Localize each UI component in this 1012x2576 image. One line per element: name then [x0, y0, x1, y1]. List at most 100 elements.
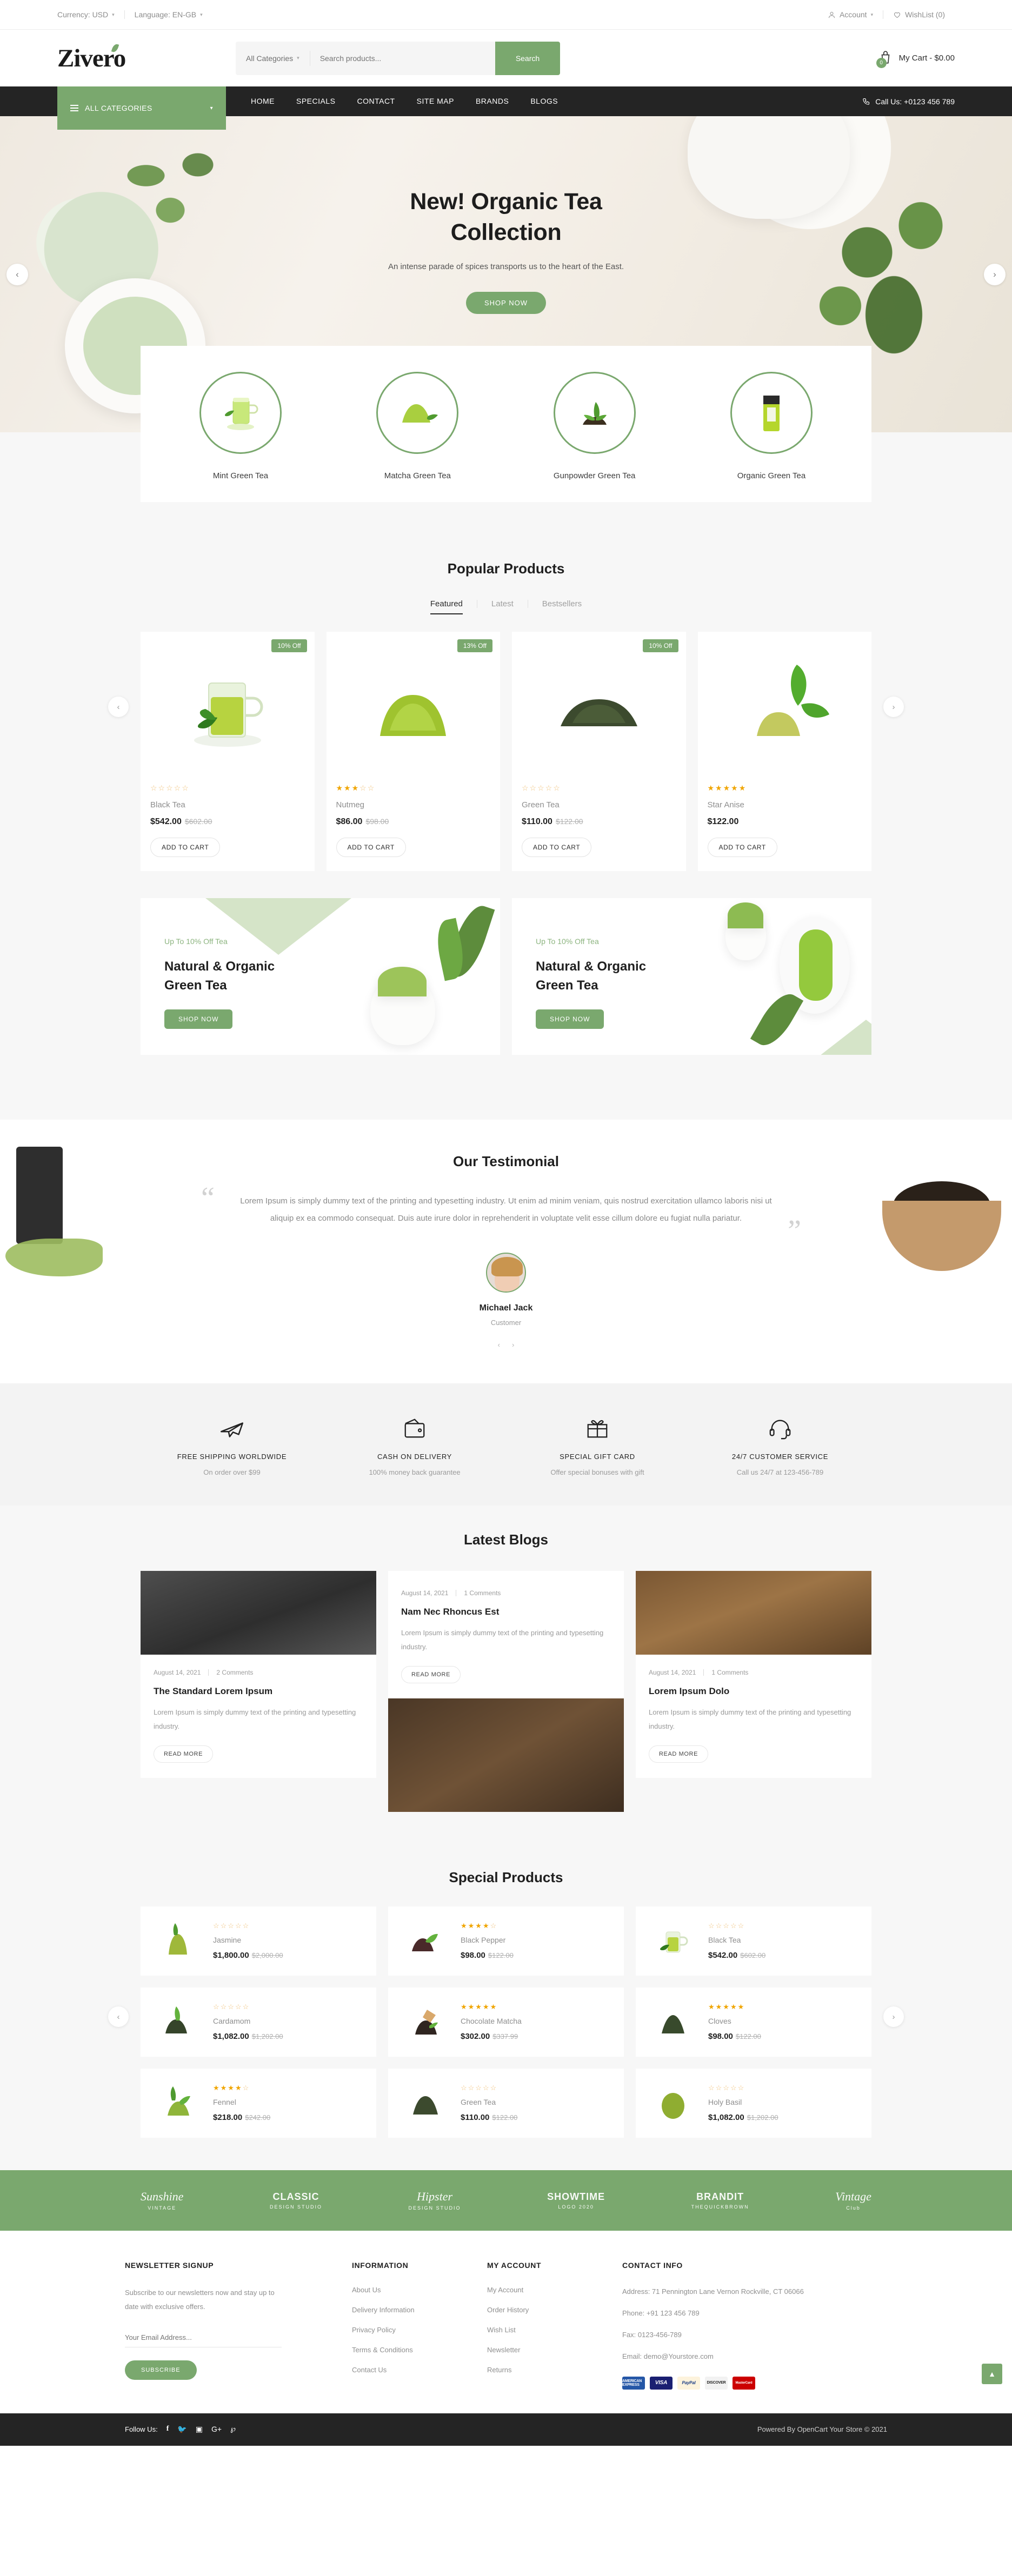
- product-name[interactable]: Black Pepper: [461, 1936, 610, 1944]
- search-input[interactable]: [310, 53, 495, 63]
- hero-next-arrow[interactable]: ›: [984, 263, 1006, 285]
- blog-title[interactable]: Nam Nec Rhoncus Est: [401, 1607, 611, 1617]
- product-name[interactable]: Jasmine: [213, 1936, 362, 1944]
- hero-shop-now-button[interactable]: SHOP NOW: [466, 291, 546, 314]
- blog-read-more-button[interactable]: READ MORE: [401, 1665, 461, 1683]
- nav-item-brands[interactable]: BRANDS: [465, 86, 520, 116]
- subscribe-button[interactable]: SUBSCRIBE: [125, 2360, 197, 2380]
- brand-logo-sunshine[interactable]: Sunshine VINTAGE: [141, 2190, 183, 2211]
- footer-link-privacy-policy[interactable]: Privacy Policy: [352, 2326, 465, 2334]
- footer-link-about-us[interactable]: About Us: [352, 2286, 465, 2294]
- add-to-cart-button[interactable]: ADD TO CART: [336, 838, 406, 857]
- cart-widget[interactable]: 0 My Cart - $0.00: [876, 50, 955, 68]
- site-logo[interactable]: Zivero: [57, 43, 236, 73]
- promo-shop-now-button[interactable]: SHOP NOW: [536, 1009, 604, 1029]
- account-menu[interactable]: Account ▾: [818, 10, 883, 19]
- special-product-card[interactable]: ☆☆☆☆☆ Black Tea $542.00 $602.00: [636, 1906, 871, 1976]
- category-item-organic-green-tea[interactable]: Organic Green Tea: [704, 372, 839, 480]
- brand-logo-brandit[interactable]: BRANDIT THEQUICKBROWN: [691, 2191, 749, 2210]
- search-button[interactable]: Search: [495, 41, 560, 75]
- special-product-card[interactable]: ★★★★★ Cloves $98.00 $122.00: [636, 1987, 871, 2057]
- twitter-icon[interactable]: 🐦: [177, 2425, 187, 2434]
- footer-link-my-account[interactable]: My Account: [487, 2286, 601, 2294]
- special-product-card[interactable]: ★★★★☆ Black Pepper $98.00 $122.00: [388, 1906, 624, 1976]
- tab-featured[interactable]: Featured: [416, 600, 477, 614]
- product-card[interactable]: 10% Off ☆☆☆☆☆ Black Tea $542.00 $602.00 A…: [141, 632, 315, 871]
- special-product-card[interactable]: ☆☆☆☆☆ Green Tea $110.00 $122.00: [388, 2068, 624, 2138]
- call-us[interactable]: Call Us: +0123 456 789: [862, 86, 955, 116]
- product-card[interactable]: 13% Off ★★★☆☆ Nutmeg $86.00 $98.00 ADD TO…: [326, 632, 500, 871]
- special-product-card[interactable]: ☆☆☆☆☆ Jasmine $1,800.00 $2,000.00: [141, 1906, 376, 1976]
- footer-link-order-history[interactable]: Order History: [487, 2306, 601, 2314]
- product-name[interactable]: Green Tea: [461, 2098, 610, 2106]
- product-name[interactable]: Chocolate Matcha: [461, 2017, 610, 2025]
- tab-bestsellers[interactable]: Bestsellers: [528, 600, 596, 608]
- product-name[interactable]: Star Anise: [708, 800, 862, 809]
- product-name[interactable]: Nutmeg: [336, 800, 491, 809]
- blog-card[interactable]: August 14, 2021 1 Comments Lorem Ipsum D…: [636, 1570, 871, 1778]
- brand-logo-showtime[interactable]: SHOWTIME LOGO 2020: [547, 2191, 605, 2210]
- instagram-icon[interactable]: ▣: [196, 2425, 203, 2434]
- blog-title[interactable]: The Standard Lorem Ipsum: [154, 1686, 363, 1697]
- product-card[interactable]: ★★★★★ Star Anise $122.00 ADD TO CART: [697, 632, 871, 871]
- language-selector[interactable]: Language: EN-GB ▾: [125, 10, 212, 19]
- nav-item-home[interactable]: HOME: [240, 86, 285, 116]
- footer-link-returns[interactable]: Returns: [487, 2366, 601, 2374]
- product-name[interactable]: Black Tea: [150, 800, 305, 809]
- back-to-top-button[interactable]: ▲: [982, 2363, 1002, 2384]
- testimonial-next-arrow[interactable]: ›: [512, 1341, 514, 1349]
- special-product-card[interactable]: ★★★★★ Chocolate Matcha $302.00 $337.99: [388, 1987, 624, 2057]
- footer-link-newsletter[interactable]: Newsletter: [487, 2346, 601, 2354]
- blog-read-more-button[interactable]: READ MORE: [649, 1745, 709, 1763]
- category-select[interactable]: All Categories ▾: [236, 50, 310, 66]
- hero-prev-arrow[interactable]: ‹: [6, 263, 28, 285]
- facebook-icon[interactable]: f: [167, 2425, 169, 2434]
- google-plus-icon[interactable]: G+: [211, 2425, 222, 2434]
- nav-item-specials[interactable]: SPECIALS: [285, 86, 346, 116]
- footer-link-wish-list[interactable]: Wish List: [487, 2326, 601, 2334]
- footer-link-terms-conditions[interactable]: Terms & Conditions: [352, 2346, 465, 2354]
- nav-item-site-map[interactable]: SITE MAP: [406, 86, 465, 116]
- tab-latest[interactable]: Latest: [477, 600, 528, 608]
- footer-link-delivery-information[interactable]: Delivery Information: [352, 2306, 465, 2314]
- promo-shop-now-button[interactable]: SHOP NOW: [164, 1009, 233, 1029]
- nav-item-blogs[interactable]: BLOGS: [520, 86, 569, 116]
- category-item-matcha-green-tea[interactable]: Matcha Green Tea: [350, 372, 485, 480]
- special-product-card[interactable]: ★★★★☆ Fennel $218.00 $242.00: [141, 2068, 376, 2138]
- pinterest-icon[interactable]: ℘: [230, 2425, 236, 2434]
- testimonial-prev-arrow[interactable]: ‹: [498, 1341, 500, 1349]
- contact-email[interactable]: Email: demo@Yourstore.com: [622, 2351, 833, 2363]
- newsletter-email-input[interactable]: [125, 2327, 282, 2347]
- add-to-cart-button[interactable]: ADD TO CART: [150, 838, 221, 857]
- product-name[interactable]: Cardamom: [213, 2017, 362, 2025]
- product-name[interactable]: Holy Basil: [708, 2098, 857, 2106]
- footer-link-contact-us[interactable]: Contact Us: [352, 2366, 465, 2374]
- currency-selector[interactable]: Currency: USD ▾: [57, 10, 124, 19]
- blog-card[interactable]: August 14, 2021 2 Comments The Standard …: [141, 1570, 376, 1778]
- wishlist-link[interactable]: WishList (0): [883, 10, 955, 19]
- category-item-gunpowder-green-tea[interactable]: Gunpowder Green Tea: [527, 372, 662, 480]
- nav-item-contact[interactable]: CONTACT: [346, 86, 405, 116]
- add-to-cart-button[interactable]: ADD TO CART: [522, 838, 592, 857]
- products-prev-arrow[interactable]: ‹: [108, 697, 129, 717]
- products-next-arrow[interactable]: ›: [883, 697, 904, 717]
- product-card[interactable]: 10% Off ☆☆☆☆☆ Green Tea $110.00 $122.00 A…: [512, 632, 686, 871]
- product-name[interactable]: Cloves: [708, 2017, 857, 2025]
- brand-logo-classic[interactable]: CLASSIC DESIGN STUDIO: [270, 2191, 322, 2210]
- special-next-arrow[interactable]: ›: [883, 2006, 904, 2027]
- special-product-card[interactable]: ☆☆☆☆☆ Holy Basil $1,082.00 $1,202.00: [636, 2068, 871, 2138]
- category-item-mint-green-tea[interactable]: Mint Green Tea: [173, 372, 308, 480]
- add-to-cart-button[interactable]: ADD TO CART: [707, 838, 777, 857]
- all-categories-button[interactable]: ALL CATEGORIES ▾: [57, 86, 226, 130]
- brand-logo-hipster[interactable]: Hipster DESIGN STUDIO: [409, 2190, 461, 2211]
- product-name[interactable]: Green Tea: [522, 800, 676, 809]
- product-name[interactable]: Black Tea: [708, 1936, 857, 1944]
- product-name[interactable]: Fennel: [213, 2098, 362, 2106]
- special-product-card[interactable]: ☆☆☆☆☆ Cardamom $1,082.00 $1,202.00: [141, 1987, 376, 2057]
- blog-card[interactable]: August 14, 2021 1 Comments Nam Nec Rhonc…: [388, 1570, 624, 1812]
- special-prev-arrow[interactable]: ‹: [108, 2006, 129, 2027]
- blog-title[interactable]: Lorem Ipsum Dolo: [649, 1686, 858, 1697]
- brand-logo-vintage[interactable]: Vintage Club: [835, 2190, 871, 2211]
- promo-banner[interactable]: Up To 10% Off Tea Natural & Organic Gree…: [141, 898, 500, 1055]
- blog-read-more-button[interactable]: READ MORE: [154, 1745, 214, 1763]
